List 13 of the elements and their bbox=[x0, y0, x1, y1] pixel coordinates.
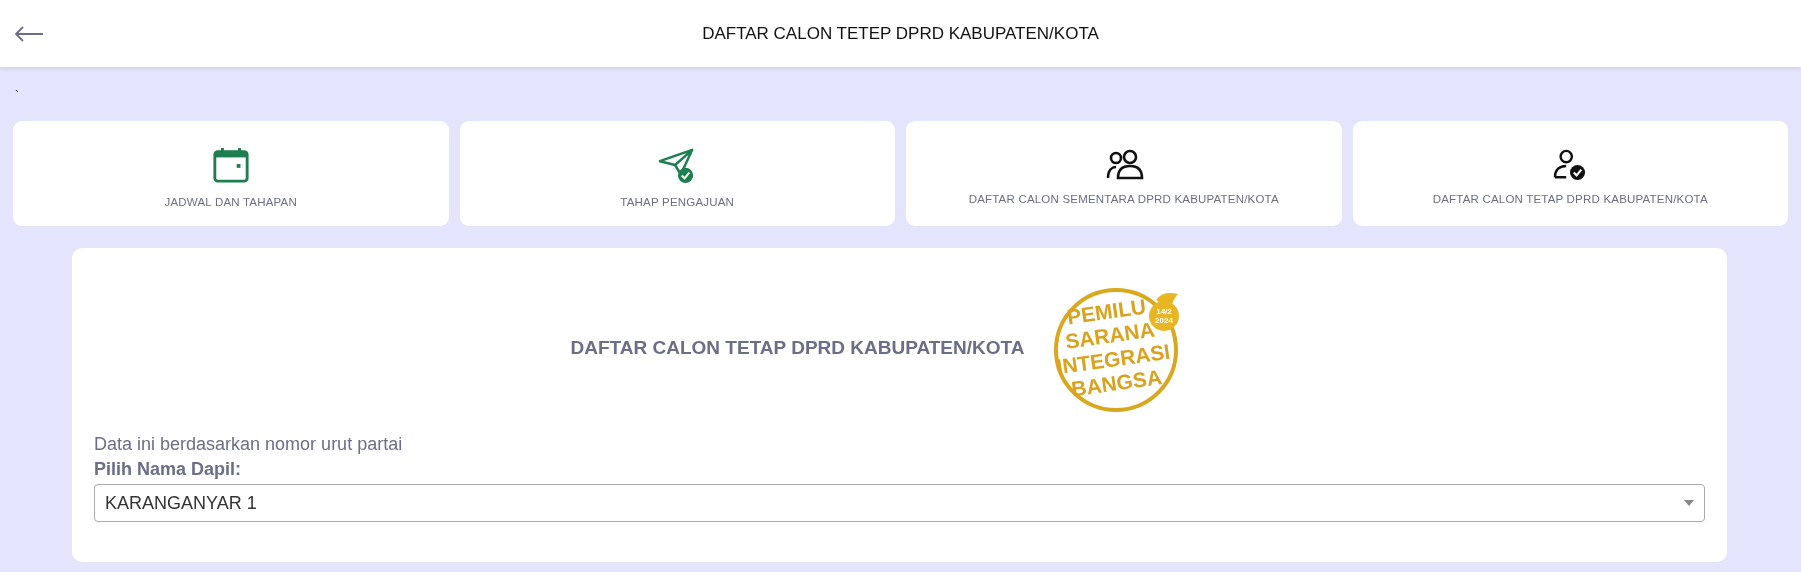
menu-card[interactable]: JADWAL DAN TAHAPAN bbox=[13, 121, 449, 226]
dapil-label: Pilih Nama Dapil: bbox=[94, 459, 243, 480]
back-arrow-icon[interactable] bbox=[14, 25, 44, 42]
menu-card[interactable]: TAHAP PENGAJUAN bbox=[459, 121, 895, 226]
menu-card[interactable]: DAFTAR CALON TETAP DPRD KABUPATEN/KOTA bbox=[1352, 121, 1788, 226]
calendar-icon bbox=[211, 145, 250, 184]
dropdown-caret-icon bbox=[1684, 500, 1694, 506]
info-text: Data ini berdasarkan nomor urut partai bbox=[94, 434, 404, 455]
note-text: ` bbox=[14, 89, 20, 105]
menu-card[interactable]: DAFTAR CALON SEMENTARA DPRD KABUPATEN/KOTA bbox=[906, 121, 1342, 226]
section-title: DAFTAR CALON TETAP DPRD KABUPATEN/KOTA bbox=[570, 337, 1025, 359]
page-title: DAFTAR CALON TETEP DPRD KABUPATEN/KOTA bbox=[702, 23, 1099, 44]
dapil-select[interactable]: KARANGANYAR 1 bbox=[94, 484, 1705, 522]
